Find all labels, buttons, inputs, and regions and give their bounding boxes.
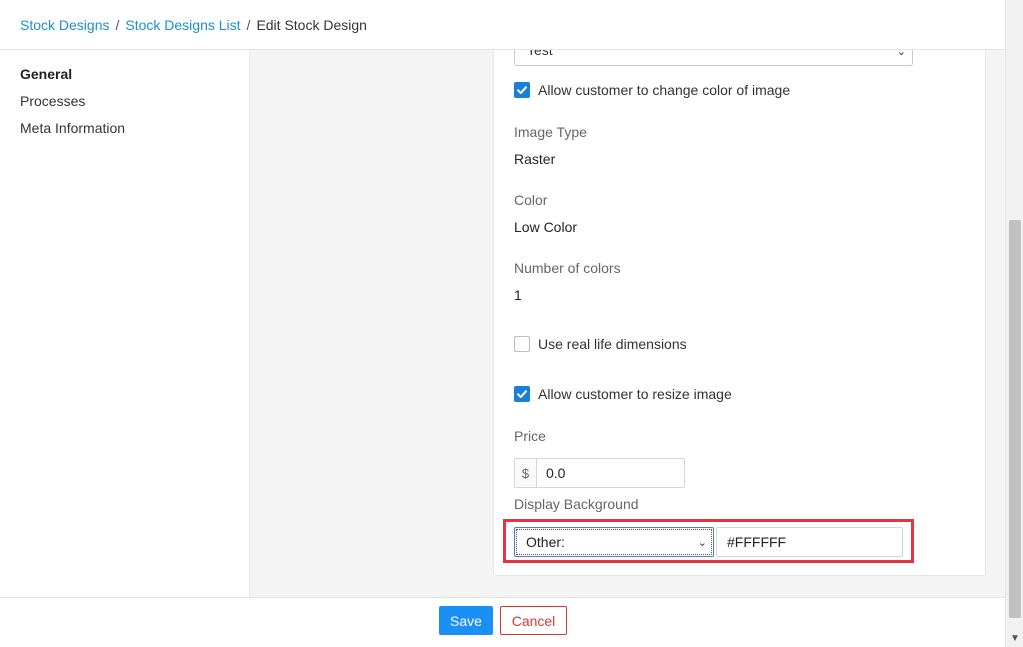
scroll-down-arrow-icon[interactable]: ▼ [1010,633,1020,644]
checkbox-label: Use real life dimensions [538,336,687,352]
breadcrumb-stock-designs-list[interactable]: Stock Designs List [125,17,240,33]
sidebar: General Processes Meta Information [0,50,250,597]
number-of-colors-value: 1 [514,287,522,303]
sidebar-item-meta-information[interactable]: Meta Information [20,120,125,136]
display-background-select[interactable]: Other: ⌄ [514,527,714,557]
checkbox-checked-icon[interactable] [514,386,530,402]
color-label: Color [514,192,548,208]
color-value: Low Color [514,219,578,235]
allow-resize-checkbox[interactable]: Allow customer to resize image [514,386,732,402]
checkbox-label: Allow customer to resize image [538,386,732,402]
image-type-label: Image Type [514,124,587,140]
sidebar-item-processes[interactable]: Processes [20,93,85,109]
scrollbar-thumb[interactable] [1009,220,1021,618]
checkbox-label: Allow customer to change color of image [538,82,791,98]
save-button[interactable]: Save [439,606,493,635]
design-select-value: Test [527,50,553,58]
display-background-select-value: Other: [526,534,565,550]
chevron-down-icon: ⌄ [697,537,707,549]
breadcrumb-separator: / [246,17,251,33]
checkbox-checked-icon[interactable] [514,82,530,98]
vertical-scrollbar[interactable]: ▼ [1005,0,1023,647]
breadcrumb-separator: / [115,17,120,33]
footer-bar: Save Cancel [0,597,1005,647]
background-color-input[interactable]: #FFFFFF [716,527,903,557]
checkbox-unchecked-icon[interactable] [514,336,530,352]
sidebar-item-general[interactable]: General [20,66,72,82]
use-real-dimensions-checkbox[interactable]: Use real life dimensions [514,336,687,352]
display-background-label: Display Background [514,496,639,512]
breadcrumb-stock-designs[interactable]: Stock Designs [20,17,109,33]
allow-change-color-checkbox[interactable]: Allow customer to change color of image [514,82,790,98]
number-of-colors-label: Number of colors [514,260,621,276]
price-input-group: $ 0.0 [514,458,685,488]
currency-addon: $ [515,459,537,487]
chevron-down-icon: ⌄ [896,50,906,58]
image-type-value: Raster [514,151,556,167]
price-input[interactable]: 0.0 [537,459,684,487]
main-content: Test ⌄ Allow customer to change color of… [250,50,1005,597]
price-label: Price [514,428,546,444]
cancel-button[interactable]: Cancel [500,606,567,635]
design-select[interactable]: Test ⌄ [514,50,913,66]
top-bar: Stock Designs / Stock Designs List / Edit St… [0,0,1005,50]
form-card: Test ⌄ Allow customer to change color of… [493,50,986,576]
breadcrumb-current: Edit Stock Design [256,17,367,33]
breadcrumb: Stock Designs / Stock Designs List / Edit St… [20,17,367,33]
